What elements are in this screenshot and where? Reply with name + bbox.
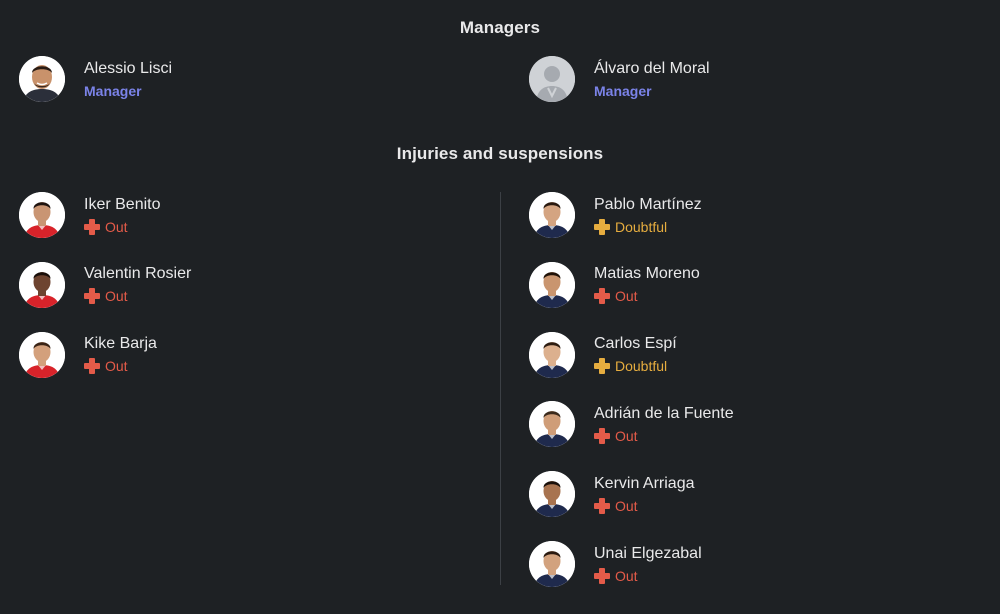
player-avatar: [529, 331, 575, 378]
player-avatar: [19, 261, 65, 308]
plus-cross-icon: [594, 427, 610, 444]
injury-status: Out: [594, 427, 734, 445]
injured-player[interactable]: Carlos Espí Doubtful: [529, 331, 677, 379]
manager-name: Álvaro del Moral: [594, 59, 710, 77]
manager-home[interactable]: Alessio Lisci Manager: [19, 55, 172, 103]
player-avatar: [19, 331, 65, 378]
injured-player[interactable]: Unai Elgezabal Out: [529, 540, 702, 588]
injury-status: Out: [594, 497, 695, 515]
manager-avatar: [19, 56, 65, 102]
player-name: Adrián de la Fuente: [594, 404, 734, 422]
injured-player[interactable]: Matias Moreno Out: [529, 261, 700, 309]
injury-status: Out: [594, 287, 700, 305]
player-name: Kervin Arriaga: [594, 474, 695, 492]
status-label: Out: [105, 218, 128, 235]
player-name: Pablo Martínez: [594, 195, 702, 213]
plus-cross-icon: [594, 288, 610, 305]
injury-status: Doubtful: [594, 357, 677, 375]
injury-status: Out: [84, 357, 157, 375]
manager-away[interactable]: Álvaro del Moral Manager: [529, 55, 710, 103]
status-label: Out: [105, 288, 128, 305]
injury-status: Out: [84, 287, 191, 305]
silhouette-icon: [529, 56, 575, 102]
injured-player[interactable]: Kervin Arriaga Out: [529, 470, 695, 518]
managers-title: Managers: [459, 18, 541, 37]
status-label: Out: [615, 427, 638, 444]
player-avatar: [529, 401, 575, 448]
player-name: Kike Barja: [84, 335, 157, 353]
player-avatar: [19, 192, 65, 238]
plus-cross-icon: [594, 218, 610, 235]
plus-cross-icon: [594, 358, 610, 375]
player-name: Carlos Espí: [594, 335, 677, 353]
injury-status: Out: [84, 218, 160, 236]
status-label: Out: [615, 288, 638, 305]
status-label: Out: [615, 567, 638, 584]
player-name: Iker Benito: [84, 195, 161, 213]
status-label: Out: [105, 358, 128, 375]
player-name: Unai Elgezabal: [594, 544, 702, 562]
status-label: Doubtful: [615, 218, 668, 235]
plus-cross-icon: [84, 288, 100, 305]
player-avatar: [529, 261, 575, 308]
manager-name: Alessio Lisci: [84, 59, 173, 77]
plus-cross-icon: [594, 567, 610, 584]
status-label: Doubtful: [615, 358, 668, 375]
player-name: Valentin Rosier: [84, 265, 192, 283]
injury-status: Doubtful: [594, 218, 702, 236]
injured-player[interactable]: Pablo Martínez Doubtful: [529, 191, 702, 239]
injured-player[interactable]: Iker Benito Out: [19, 191, 160, 239]
status-label: Out: [615, 497, 638, 514]
column-divider: [500, 192, 501, 585]
injured-player[interactable]: Valentin Rosier Out: [19, 261, 191, 309]
plus-cross-icon: [594, 497, 610, 514]
injured-player[interactable]: Kike Barja Out: [19, 331, 157, 379]
injured-player[interactable]: Adrián de la Fuente Out: [529, 400, 734, 448]
plus-cross-icon: [84, 218, 100, 235]
injury-status: Out: [594, 567, 702, 585]
player-name: Matias Moreno: [594, 265, 700, 283]
manager-role: Manager: [84, 82, 142, 99]
match-lineup-info: Managers Alessio Lisci Manager Álvaro de…: [0, 0, 1000, 614]
injuries-title: Injuries and suspensions: [396, 144, 604, 163]
player-avatar: [529, 192, 575, 238]
plus-cross-icon: [84, 358, 100, 375]
player-avatar: [529, 541, 575, 587]
manager-role: Manager: [594, 82, 652, 99]
player-avatar: [529, 471, 575, 518]
